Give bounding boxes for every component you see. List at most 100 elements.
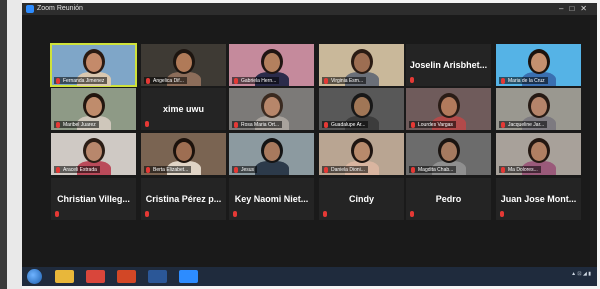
participant-name-label: Magdita Chab... <box>409 166 457 173</box>
window-title: Zoom Reunión <box>37 5 83 12</box>
participant-name-label: Araceli Estrada <box>54 166 100 173</box>
participant-tile[interactable]: Guadalupe Ar... <box>319 88 404 130</box>
muted-mic-icon <box>410 211 414 217</box>
participant-tile[interactable]: Araceli Estrada <box>51 133 136 175</box>
participant-name: Joselin Arisbhet... <box>409 60 488 70</box>
system-tray[interactable]: ▲ ⊡ ◢ ▮ <box>571 271 591 277</box>
participant-name-label: Daniela Dioni... <box>322 166 368 173</box>
participant-tile[interactable]: xime uwu <box>141 88 226 130</box>
participant-tile[interactable]: Pedro <box>406 178 491 220</box>
participant-name-label: Fernanda Jimenez <box>54 77 108 84</box>
participant-name-label: Maribel Juarez <box>54 121 99 128</box>
participant-name: xime uwu <box>162 104 204 114</box>
muted-mic-icon <box>500 211 504 217</box>
muted-mic-icon <box>56 77 60 84</box>
participant-tile[interactable]: Maria de la Cruz <box>496 44 581 86</box>
participant-name: Araceli Estrada <box>63 166 97 173</box>
participant-name: Virginia Esm... <box>331 77 364 84</box>
participant-tile[interactable]: Juan Jose Mont... <box>496 178 581 220</box>
participant-name: Daniela Dioni... <box>331 166 365 173</box>
participant-tile[interactable]: Virginia Esm... <box>319 44 404 86</box>
participant-name: Cristina Pérez p... <box>145 194 222 204</box>
muted-mic-icon <box>145 211 149 217</box>
muted-mic-icon <box>501 121 505 128</box>
participant-name-label: Ma Dolores... <box>499 166 541 173</box>
participant-name: Angelica Dif... <box>153 77 184 84</box>
zoom-icon[interactable] <box>179 270 198 283</box>
participant-video <box>354 142 370 161</box>
word-icon[interactable] <box>148 270 167 283</box>
muted-mic-icon <box>55 211 59 217</box>
participant-name: Rosa Maria Ort... <box>241 121 280 128</box>
muted-mic-icon <box>411 121 415 128</box>
powerpoint-icon[interactable] <box>117 270 136 283</box>
muted-mic-icon <box>410 77 414 83</box>
participant-name-label: Lourdes Vargas <box>409 121 456 128</box>
participant-tile[interactable]: Berta Elizabet... <box>141 133 226 175</box>
muted-mic-icon <box>411 166 415 173</box>
participant-name: Pedro <box>435 194 462 204</box>
participant-video <box>531 97 547 116</box>
participant-name-label: Maria de la Cruz <box>499 77 548 84</box>
participant-video <box>264 53 280 72</box>
folder-icon[interactable] <box>55 270 74 283</box>
muted-mic-icon <box>324 121 328 128</box>
participant-name: Jacqueline Jar... <box>508 121 545 128</box>
participant-tile[interactable]: Christian Villeg... <box>51 178 136 220</box>
participant-tile[interactable]: Magdita Chab... <box>406 133 491 175</box>
window-controls[interactable]: –□✕ <box>559 4 593 14</box>
participant-name: Ma Dolores... <box>508 166 538 173</box>
participant-video <box>86 97 102 116</box>
participant-video <box>441 142 457 161</box>
windows-taskbar: ▲ ⊡ ◢ ▮ <box>22 267 597 286</box>
muted-mic-icon <box>146 77 150 84</box>
zoom-app-icon <box>26 5 34 13</box>
participant-name: Magdita Chab... <box>418 166 454 173</box>
participant-tile[interactable]: Key Naomi Niet... <box>229 178 314 220</box>
muted-mic-icon <box>233 211 237 217</box>
muted-mic-icon <box>234 166 238 173</box>
participant-tile[interactable]: Ma Dolores... <box>496 133 581 175</box>
participant-tile[interactable]: Jesus <box>229 133 314 175</box>
participant-video <box>264 142 280 161</box>
participant-name: Maria de la Cruz <box>508 77 545 84</box>
participant-tile[interactable]: Maribel Juarez <box>51 88 136 130</box>
participant-name-label: Guadalupe Ar... <box>322 121 369 128</box>
participant-tile[interactable]: Fernanda Jimenez <box>50 43 137 87</box>
participant-video <box>531 53 547 72</box>
participant-tile[interactable]: Cindy <box>319 178 404 220</box>
gallery-view: Fernanda Jimenez Angelica Dif... Gabriela … <box>22 15 597 267</box>
muted-mic-icon <box>501 77 505 84</box>
muted-mic-icon <box>234 77 238 84</box>
participant-tile[interactable]: Lourdes Vargas <box>406 88 491 130</box>
participant-tile[interactable]: Gabriela Hern... <box>229 44 314 86</box>
monitor-screen: Zoom Reunión –□✕ Fernanda Jimenez Angelic… <box>22 3 597 286</box>
muted-mic-icon <box>323 211 327 217</box>
muted-mic-icon <box>56 121 60 128</box>
participant-tile[interactable]: Angelica Dif... <box>141 44 226 86</box>
chrome-icon[interactable] <box>86 270 105 283</box>
participant-name: Guadalupe Ar... <box>331 121 366 128</box>
participant-name: Gabriela Hern... <box>241 77 277 84</box>
participant-video <box>354 97 370 116</box>
left-window-edge <box>0 0 22 289</box>
participant-name-label: Gabriela Hern... <box>232 77 280 84</box>
participant-tile[interactable]: Cristina Pérez p... <box>141 178 226 220</box>
participant-name: Juan Jose Mont... <box>500 194 577 204</box>
participant-name: Berta Elizabet... <box>153 166 189 173</box>
muted-mic-icon <box>501 166 505 173</box>
participant-tile[interactable]: Joselin Arisbhet... <box>406 44 491 86</box>
participant-tile[interactable]: Daniela Dioni... <box>319 133 404 175</box>
participant-name-label: Virginia Esm... <box>322 77 367 84</box>
participant-tile[interactable]: Jacqueline Jar... <box>496 88 581 130</box>
zoom-title-bar: Zoom Reunión –□✕ <box>22 3 597 15</box>
participant-name: Maribel Juarez <box>63 121 96 128</box>
muted-mic-icon <box>234 121 238 128</box>
participant-name: Cindy <box>348 194 374 204</box>
participant-tile[interactable]: Rosa Maria Ort... <box>229 88 314 130</box>
participant-name: Jesus <box>241 166 255 173</box>
muted-mic-icon <box>324 77 328 84</box>
participant-video <box>86 53 102 72</box>
participant-name: Key Naomi Niet... <box>234 194 309 204</box>
start-button[interactable] <box>27 269 42 284</box>
